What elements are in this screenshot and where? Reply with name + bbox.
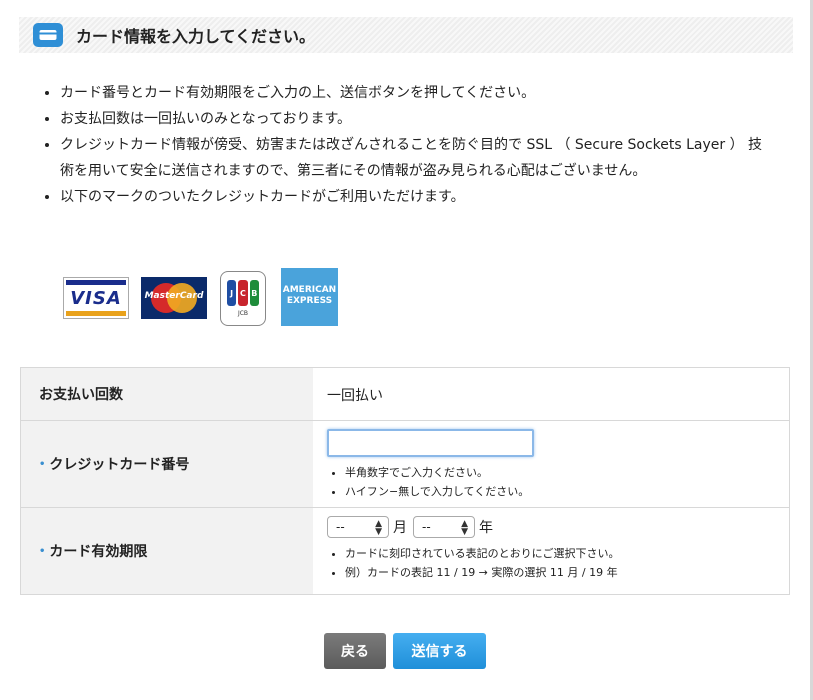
notice-item: クレジットカード情報が傍受、妨害または改ざんされることを防ぐ目的で SSL （ … [60,132,775,184]
expiry-year-select[interactable]: -- ▲ ▼ [413,516,475,538]
jcb-logo: JCB JCB [220,271,266,326]
select-arrows-icon: ▲ ▼ [461,519,468,537]
mastercard-logo: MasterCard [141,277,207,319]
hint-item: ハイフン−無しで入力してください。 [345,482,789,501]
amex-logo: AMERICAN EXPRESS [281,268,338,326]
credit-card-icon [33,23,63,47]
select-arrows-icon: ▲ ▼ [375,519,382,537]
year-unit: 年 [479,520,493,536]
back-button[interactable]: 戻る [324,633,386,669]
section-header: カード情報を入力してください。 [19,17,793,53]
card-number-row: • クレジットカード番号 半角数字でご入力ください。 ハイフン−無しで入力してく… [21,421,789,508]
card-number-hints: 半角数字でご入力ください。 ハイフン−無しで入力してください。 [327,463,789,501]
expiry-hints: カードに刻印されている表記のとおりにご選択下さい。 例）カードの表記 11 / … [327,544,789,582]
expiry-month-select[interactable]: -- ▲ ▼ [327,516,389,538]
card-number-input[interactable] [327,429,534,457]
expiry-row: • カード有効期限 -- ▲▼ 月 -- ▲▼ 年 カードに刻印されている表記の… [21,508,789,594]
page-title: カード情報を入力してください。 [76,27,316,46]
payment-count-label: お支払い回数 [21,368,313,420]
hint-item: 半角数字でご入力ください。 [345,463,789,482]
hint-item: 例）カードの表記 11 / 19 → 実際の選択 11 月 / 19 年 [345,563,789,582]
required-mark: • [39,458,46,470]
form-actions: 戻る 送信する [0,633,813,669]
payment-count-row: お支払い回数 一回払い [21,368,789,421]
payment-count-value: 一回払い [327,388,383,404]
required-mark: • [39,545,46,557]
submit-button[interactable]: 送信する [393,633,486,669]
notice-item: カード番号とカード有効期限をご入力の上、送信ボタンを押してください。 [60,80,775,106]
card-form: お支払い回数 一回払い • クレジットカード番号 半角数字でご入力ください。 ハ… [20,367,790,595]
expiry-label: カード有効期限 [49,544,148,560]
visa-logo: VISA [63,277,129,319]
card-number-label: クレジットカード番号 [49,457,190,473]
hint-item: カードに刻印されている表記のとおりにご選択下さい。 [345,544,789,563]
month-unit: 月 [393,520,407,536]
notice-item: 以下のマークのついたクレジットカードがご利用いただけます。 [60,184,775,210]
notice-list: カード番号とカード有効期限をご入力の上、送信ボタンを押してください。 お支払回数… [38,80,775,210]
notice-item: お支払回数は一回払いのみとなっております。 [60,106,775,132]
